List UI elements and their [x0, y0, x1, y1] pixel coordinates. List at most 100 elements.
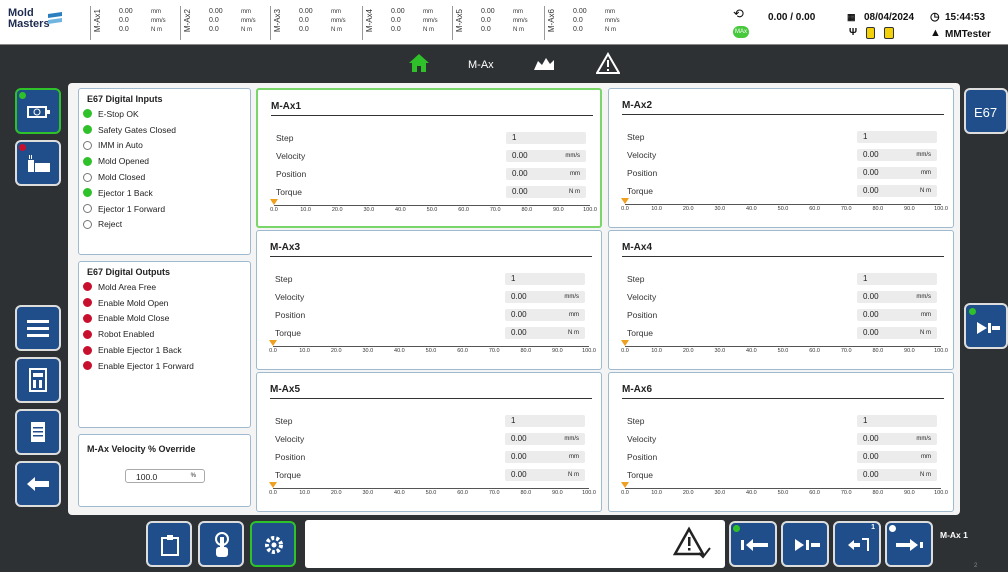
step-back-button[interactable]: 1 [833, 521, 881, 567]
signal-status-icon [83, 188, 92, 198]
ejector-button[interactable] [781, 521, 829, 567]
axis-card[interactable]: M-Ax5 Step 1 Velocity 0.00 mm/s Position 0.00 mm… [256, 372, 602, 512]
clock-icon: ◷ [930, 11, 940, 23]
scale-tick: 0.0 [269, 348, 277, 354]
axis-field-row: Torque 0.00 N m [276, 186, 586, 199]
scale-tick: 100.0 [934, 206, 948, 212]
field-unit: mm/s [564, 294, 579, 300]
usb-icon: Ψ [849, 27, 858, 38]
signal-status-icon [83, 329, 92, 339]
clipboard-icon [161, 535, 179, 556]
axis-summary-value: 0.0 [391, 17, 401, 24]
axis-field-row: Position 0.00 mm [627, 309, 937, 322]
signal-status-icon [83, 125, 92, 135]
field-value: 0.00 mm [857, 309, 937, 321]
axis-card[interactable]: M-Ax6 Step 1 Velocity 0.00 mm/s Position 0.00 mm… [608, 372, 954, 512]
scale-tick: 0.0 [621, 348, 629, 354]
field-value: 0.00 mm [505, 309, 585, 321]
io-signal-row: Mold Closed [83, 169, 250, 185]
axis-summary-value: 0.0 [573, 17, 583, 24]
date-text: 08/04/2024 [864, 12, 915, 23]
velocity-override-input[interactable]: 100.0 % [125, 469, 205, 483]
axis-field-row: Position 0.00 mm [627, 451, 937, 464]
manual-touch-button[interactable] [198, 521, 244, 567]
field-value: 0.00 N m [857, 469, 937, 481]
scale-tick: 0.0 [270, 207, 278, 213]
field-unit: mm/s [565, 153, 580, 159]
axis-summary-value: 0.0 [209, 26, 219, 33]
scale-tick: 60.0 [809, 348, 820, 354]
machine-module-button[interactable] [15, 140, 61, 186]
scale-tick: 90.0 [904, 348, 915, 354]
axis-summary-value: 0.00 [209, 8, 223, 15]
field-unit: mm/s [564, 436, 579, 442]
axis-field-row: Velocity 0.00 mm/s [627, 433, 937, 446]
e67-button[interactable]: E67 [964, 88, 1008, 134]
signal-status-icon [83, 109, 92, 119]
axis-summary-unit: N m [605, 27, 616, 33]
mode-badge: MAx [733, 26, 749, 38]
axis-card-title: M-Ax4 [622, 242, 653, 253]
warning-check-icon[interactable] [673, 526, 711, 562]
scale-tick: 50.0 [777, 206, 789, 212]
position-scale: 0.0 10.0 20.0 30.0 40.0 50.0 60.0 70.0 80.0 90.0 1… [269, 482, 596, 502]
screen-nav-band: M-Ax [0, 45, 1008, 83]
axis-field-row: Step 1 [275, 273, 585, 286]
scale-tick: 40.0 [394, 348, 405, 354]
scale-tick: 50.0 [425, 348, 437, 354]
field-unit: mm [921, 312, 931, 318]
axis-summary-value: 0.00 [299, 8, 313, 15]
arrow-advance-icon [896, 539, 923, 551]
axis-summary-value: 0.0 [299, 26, 309, 33]
signal-label: Mold Area Free [98, 281, 157, 292]
scale-tick: 80.0 [872, 490, 884, 496]
axis-field-row: Velocity 0.00 mm/s [275, 291, 585, 304]
scale-tick: 90.0 [553, 207, 564, 213]
retract-button[interactable] [729, 521, 777, 567]
ejector-forward-button[interactable] [964, 303, 1008, 349]
axis-summary: M-Ax1 0.00 mm 0.0 mm/s 0.0 N m [90, 6, 180, 40]
active-indicator [19, 92, 26, 99]
menu-button[interactable] [15, 305, 61, 351]
setup-button[interactable] [250, 521, 296, 567]
signal-label: E-Stop OK [98, 108, 139, 119]
idle-indicator [889, 525, 896, 532]
axis-card[interactable]: M-Ax2 Step 1 Velocity 0.00 mm/s Position 0.00 mm… [608, 88, 954, 228]
axis-card[interactable]: M-Ax3 Step 1 Velocity 0.00 mm/s Position 0.00 mm… [256, 230, 602, 370]
field-value: 0.00 mm [857, 451, 937, 463]
alarm-warning-icon[interactable] [596, 52, 620, 74]
document-button[interactable] [15, 409, 61, 455]
field-value: 1 [505, 415, 585, 427]
signal-label: Ejector 1 Back [98, 187, 153, 198]
signal-label: Enable Ejector 1 Forward [98, 360, 194, 371]
axis-card[interactable]: M-Ax1 Step 1 Velocity 0.00 mm/s Position 0.00 mm… [256, 88, 602, 228]
axis-card-title: M-Ax6 [622, 384, 653, 395]
advance-button[interactable] [885, 521, 933, 567]
position-marker-icon [621, 340, 629, 346]
mold-action-button[interactable] [146, 521, 192, 567]
arrow-left-icon [27, 477, 49, 491]
field-unit: mm/s [916, 294, 931, 300]
back-button[interactable] [15, 461, 61, 507]
document-icon [31, 422, 45, 442]
home-icon[interactable] [408, 53, 430, 73]
field-label: Step [627, 274, 645, 284]
scale-tick: 10.0 [651, 490, 662, 496]
settings-panel-button[interactable] [15, 357, 61, 403]
field-label: Position [275, 310, 306, 320]
user-name: MMTester [945, 29, 991, 40]
storage-icon [866, 27, 875, 39]
hand-pointer-icon [215, 532, 229, 557]
title-divider [622, 114, 944, 115]
axis-summary-name: M-Ax2 [183, 9, 192, 33]
scale-tick: 70.0 [840, 348, 852, 354]
ejector-module-button[interactable] [15, 88, 61, 134]
field-label: Position [627, 310, 658, 320]
field-label: Step [275, 274, 293, 284]
axis-card-title: M-Ax5 [270, 384, 301, 395]
axis-card[interactable]: M-Ax4 Step 1 Velocity 0.00 mm/s Position 0.00 mm… [608, 230, 954, 370]
field-label: Torque [275, 328, 301, 338]
graph-icon[interactable] [534, 56, 554, 70]
backup-icon [884, 27, 894, 39]
machine-icon [28, 155, 50, 172]
